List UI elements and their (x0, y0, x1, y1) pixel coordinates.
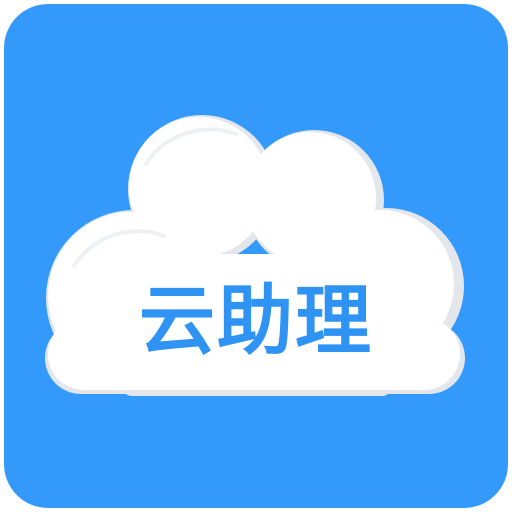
app-icon[interactable]: 云助理 (4, 4, 508, 508)
app-name-label: 云助理 (139, 276, 373, 365)
app-icon-graphic (4, 4, 508, 508)
